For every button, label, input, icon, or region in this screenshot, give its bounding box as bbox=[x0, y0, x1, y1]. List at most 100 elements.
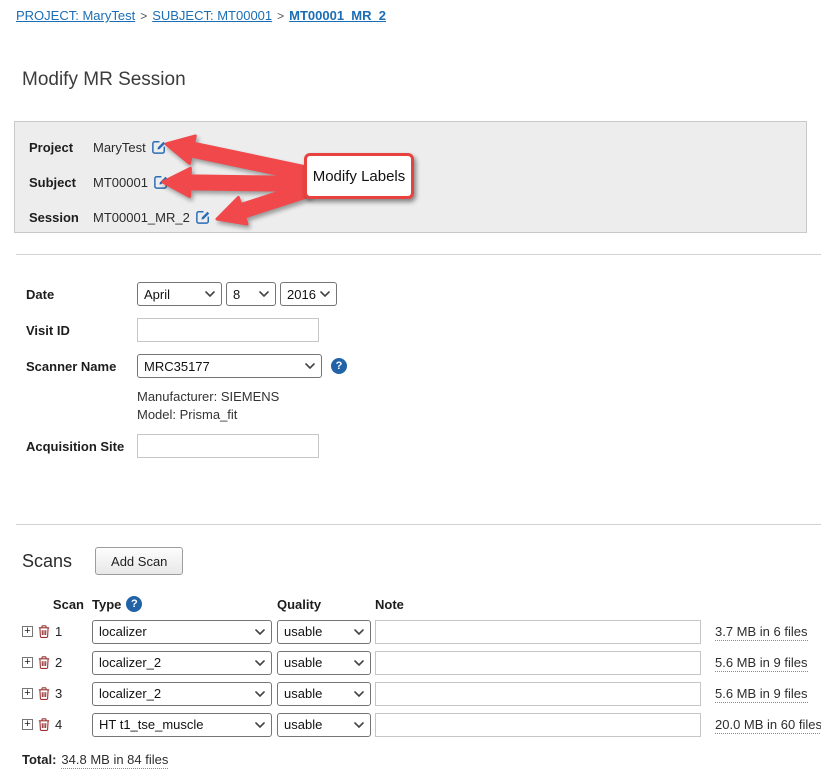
scan-size-value[interactable]: 5.6 MB in 9 files bbox=[715, 686, 808, 703]
breadcrumb: PROJECT: MaryTest > SUBJECT: MT00001 > MT000… bbox=[0, 0, 821, 23]
date-day-select-wrap: 8 bbox=[226, 282, 276, 306]
scanner-select[interactable]: MRC35177 bbox=[137, 354, 322, 378]
breadcrumb-separator: > bbox=[140, 9, 147, 23]
expand-scan-icon[interactable]: + bbox=[22, 688, 33, 699]
delete-scan-icon[interactable] bbox=[38, 656, 50, 669]
scan-size: 20.0 MB in 60 files bbox=[707, 717, 821, 732]
delete-scan-icon[interactable] bbox=[38, 625, 50, 638]
scan-type-select[interactable]: localizer_2 bbox=[92, 651, 272, 675]
breadcrumb-session-link[interactable]: MT00001_MR_2 bbox=[289, 8, 386, 23]
scan-type-select-wrap: localizer_2 bbox=[92, 682, 272, 706]
total-line: Total: 34.8 MB in 84 files bbox=[22, 752, 821, 767]
scan-number: 3 bbox=[55, 686, 62, 701]
scan-type-select[interactable]: localizer bbox=[92, 620, 272, 644]
scan-row: + 1 localizer usable bbox=[18, 616, 821, 647]
date-day-select[interactable]: 8 bbox=[226, 282, 276, 306]
expand-scan-icon[interactable]: + bbox=[22, 657, 33, 668]
scan-type-select-wrap: localizer_2 bbox=[92, 651, 272, 675]
scanner-info: Manufacturer: SIEMENS Model: Prisma_fit bbox=[0, 388, 821, 424]
type-help-icon[interactable]: ? bbox=[126, 596, 142, 612]
scan-note-input[interactable] bbox=[375, 682, 701, 706]
date-label: Date bbox=[26, 287, 137, 302]
scan-row-controls: + 2 bbox=[18, 655, 92, 670]
delete-scan-icon[interactable] bbox=[38, 687, 50, 700]
edit-project-icon[interactable] bbox=[152, 140, 166, 154]
scan-size-value[interactable]: 3.7 MB in 6 files bbox=[715, 624, 808, 641]
scan-size-value[interactable]: 20.0 MB in 60 files bbox=[715, 717, 821, 734]
type-column-header: Type ? bbox=[92, 596, 277, 612]
visit-id-input[interactable] bbox=[137, 318, 319, 342]
subject-label-row: Subject MT00001 bbox=[29, 170, 806, 194]
project-label: Project bbox=[29, 140, 93, 155]
scan-note-input[interactable] bbox=[375, 620, 701, 644]
scan-row: + 4 HT t1_tse_muscle usable bbox=[18, 709, 821, 740]
subject-label: Subject bbox=[29, 175, 93, 190]
date-year-select-wrap: 2016 bbox=[280, 282, 337, 306]
scan-quality-select[interactable]: usable bbox=[277, 682, 371, 706]
edit-session-icon[interactable] bbox=[196, 210, 210, 224]
date-month-select[interactable]: April bbox=[137, 282, 222, 306]
breadcrumb-project-link[interactable]: PROJECT: MaryTest bbox=[16, 8, 135, 23]
scan-size: 3.7 MB in 6 files bbox=[707, 624, 821, 639]
scans-heading: Scans bbox=[22, 551, 72, 572]
scan-type-select[interactable]: localizer_2 bbox=[92, 682, 272, 706]
expand-scan-icon[interactable]: + bbox=[22, 626, 33, 637]
scan-number: 4 bbox=[55, 717, 62, 732]
scan-type-select-wrap: localizer bbox=[92, 620, 272, 644]
scan-number: 2 bbox=[55, 655, 62, 670]
type-column-label: Type bbox=[92, 597, 121, 612]
scanner-help-icon[interactable]: ? bbox=[331, 358, 347, 374]
quality-column-header: Quality bbox=[277, 597, 375, 612]
session-form: Date April 8 2016 Visit ID Scanner Name … bbox=[0, 282, 821, 458]
acquisition-site-row: Acquisition Site bbox=[0, 434, 821, 458]
scanner-name-label: Scanner Name bbox=[26, 359, 137, 374]
project-label-row: Project MaryTest bbox=[29, 135, 806, 159]
scan-row-controls: + 3 bbox=[18, 686, 92, 701]
visit-id-row: Visit ID bbox=[0, 318, 821, 342]
scanner-model: Model: Prisma_fit bbox=[137, 406, 821, 424]
total-value[interactable]: 34.8 MB in 84 files bbox=[61, 752, 168, 769]
add-scan-button[interactable]: Add Scan bbox=[95, 547, 183, 575]
section-divider bbox=[16, 254, 821, 255]
scan-row: + 2 localizer_2 usable bbox=[18, 647, 821, 678]
scanner-select-wrap: MRC35177 bbox=[137, 354, 322, 378]
scan-note-input[interactable] bbox=[375, 651, 701, 675]
session-label-row: Session MT00001_MR_2 bbox=[29, 205, 806, 229]
scan-table-header: Scan Type ? Quality Note bbox=[18, 596, 821, 612]
scan-quality-select[interactable]: usable bbox=[277, 620, 371, 644]
scan-quality-select-wrap: usable bbox=[277, 713, 371, 737]
session-labels-panel: Project MaryTest Subject MT00001 Session… bbox=[14, 121, 807, 233]
date-row: Date April 8 2016 bbox=[0, 282, 821, 306]
scan-type-select[interactable]: HT t1_tse_muscle bbox=[92, 713, 272, 737]
scan-type-select-wrap: HT t1_tse_muscle bbox=[92, 713, 272, 737]
breadcrumb-separator: > bbox=[277, 9, 284, 23]
scan-size: 5.6 MB in 9 files bbox=[707, 655, 821, 670]
subject-value: MT00001 bbox=[93, 175, 148, 190]
expand-scan-icon[interactable]: + bbox=[22, 719, 33, 730]
scan-size: 5.6 MB in 9 files bbox=[707, 686, 821, 701]
date-month-select-wrap: April bbox=[137, 282, 222, 306]
scan-quality-select[interactable]: usable bbox=[277, 651, 371, 675]
section-divider bbox=[16, 524, 821, 525]
visit-id-label: Visit ID bbox=[26, 323, 137, 338]
scan-number: 1 bbox=[55, 624, 62, 639]
edit-subject-icon[interactable] bbox=[154, 175, 168, 189]
scan-row: + 3 localizer_2 usable bbox=[18, 678, 821, 709]
scan-quality-select-wrap: usable bbox=[277, 620, 371, 644]
modify-labels-callout: Modify Labels bbox=[304, 153, 414, 199]
note-column-header: Note bbox=[375, 597, 707, 612]
scan-table-body: + 1 localizer usable bbox=[0, 616, 821, 740]
delete-scan-icon[interactable] bbox=[38, 718, 50, 731]
scan-quality-select[interactable]: usable bbox=[277, 713, 371, 737]
date-year-select[interactable]: 2016 bbox=[280, 282, 337, 306]
total-label: Total: bbox=[22, 752, 56, 767]
breadcrumb-subject-link[interactable]: SUBJECT: MT00001 bbox=[152, 8, 272, 23]
scan-row-controls: + 1 bbox=[18, 624, 92, 639]
scan-note-input[interactable] bbox=[375, 713, 701, 737]
session-label: Session bbox=[29, 210, 93, 225]
scan-column-header: Scan bbox=[53, 597, 92, 612]
scan-size-value[interactable]: 5.6 MB in 9 files bbox=[715, 655, 808, 672]
scanner-row: Scanner Name MRC35177 ? bbox=[0, 354, 821, 378]
acquisition-site-input[interactable] bbox=[137, 434, 319, 458]
scan-quality-select-wrap: usable bbox=[277, 682, 371, 706]
